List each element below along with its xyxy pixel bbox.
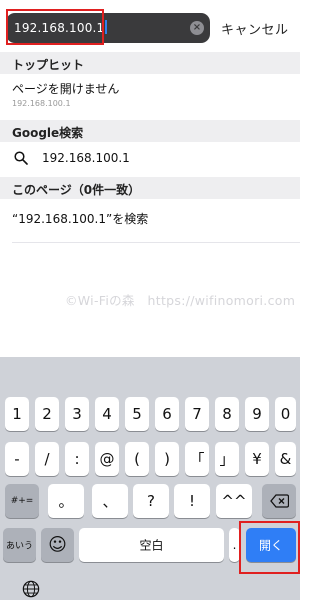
key-colon[interactable]: :: [65, 442, 89, 476]
key-question[interactable]: ?: [133, 484, 169, 518]
key-comma-jp[interactable]: 、: [92, 484, 128, 518]
key-9[interactable]: 9: [245, 397, 269, 431]
search-bar: 192.168.100.1 × キャンセル: [0, 0, 300, 52]
key-exclamation[interactable]: !: [174, 484, 210, 518]
key-open-paren[interactable]: (: [125, 442, 149, 476]
cancel-button[interactable]: キャンセル: [221, 19, 289, 38]
space-key[interactable]: 空白: [79, 528, 224, 562]
watermark: ©Wi-Fiの森 https://wifinomori.com: [65, 293, 296, 308]
key-open-bracket[interactable]: 「: [185, 442, 209, 476]
clear-text-icon[interactable]: ×: [190, 21, 204, 35]
google-suggestion-text: 192.168.100.1: [42, 151, 130, 165]
key-7[interactable]: 7: [185, 397, 209, 431]
section-header-top-hit: トップヒット: [0, 52, 300, 74]
key-1[interactable]: 1: [5, 397, 29, 431]
top-hit-title: ページを開けません: [12, 82, 120, 96]
key-4[interactable]: 4: [95, 397, 119, 431]
key-period-jp[interactable]: 。: [48, 484, 84, 518]
key-5[interactable]: 5: [125, 397, 149, 431]
key-symbols-mode[interactable]: #+=: [5, 484, 39, 518]
top-hit-url: 192.168.100.1: [12, 99, 71, 108]
key-at[interactable]: @: [95, 442, 119, 476]
key-2[interactable]: 2: [35, 397, 59, 431]
key-8[interactable]: 8: [215, 397, 239, 431]
key-ampersand[interactable]: &: [275, 442, 296, 476]
emoji-icon: ☺: [48, 534, 67, 556]
text-cursor: [105, 20, 107, 34]
key-kana-mode[interactable]: あいう: [3, 528, 36, 562]
key-0[interactable]: 0: [275, 397, 296, 431]
highlight-box-search: [6, 9, 104, 45]
highlight-box-open: [239, 521, 300, 574]
search-icon: [14, 151, 28, 165]
key-close-paren[interactable]: ): [155, 442, 179, 476]
section-header-google: Google検索: [0, 120, 300, 142]
globe-icon[interactable]: [22, 580, 40, 598]
section-header-on-page: このページ（0件一致）: [0, 177, 300, 199]
key-hyphen[interactable]: -: [5, 442, 29, 476]
backspace-key[interactable]: [262, 484, 296, 518]
find-on-page-text: “192.168.100.1”を検索: [12, 212, 149, 226]
key-3[interactable]: 3: [65, 397, 89, 431]
divider: [12, 242, 300, 243]
key-yen[interactable]: ¥: [245, 442, 269, 476]
key-6[interactable]: 6: [155, 397, 179, 431]
backspace-icon: [270, 494, 289, 508]
emoji-key[interactable]: ☺: [41, 528, 74, 562]
key-slash[interactable]: /: [35, 442, 59, 476]
key-caret-face[interactable]: ^^: [216, 484, 252, 518]
key-close-bracket[interactable]: 」: [215, 442, 239, 476]
